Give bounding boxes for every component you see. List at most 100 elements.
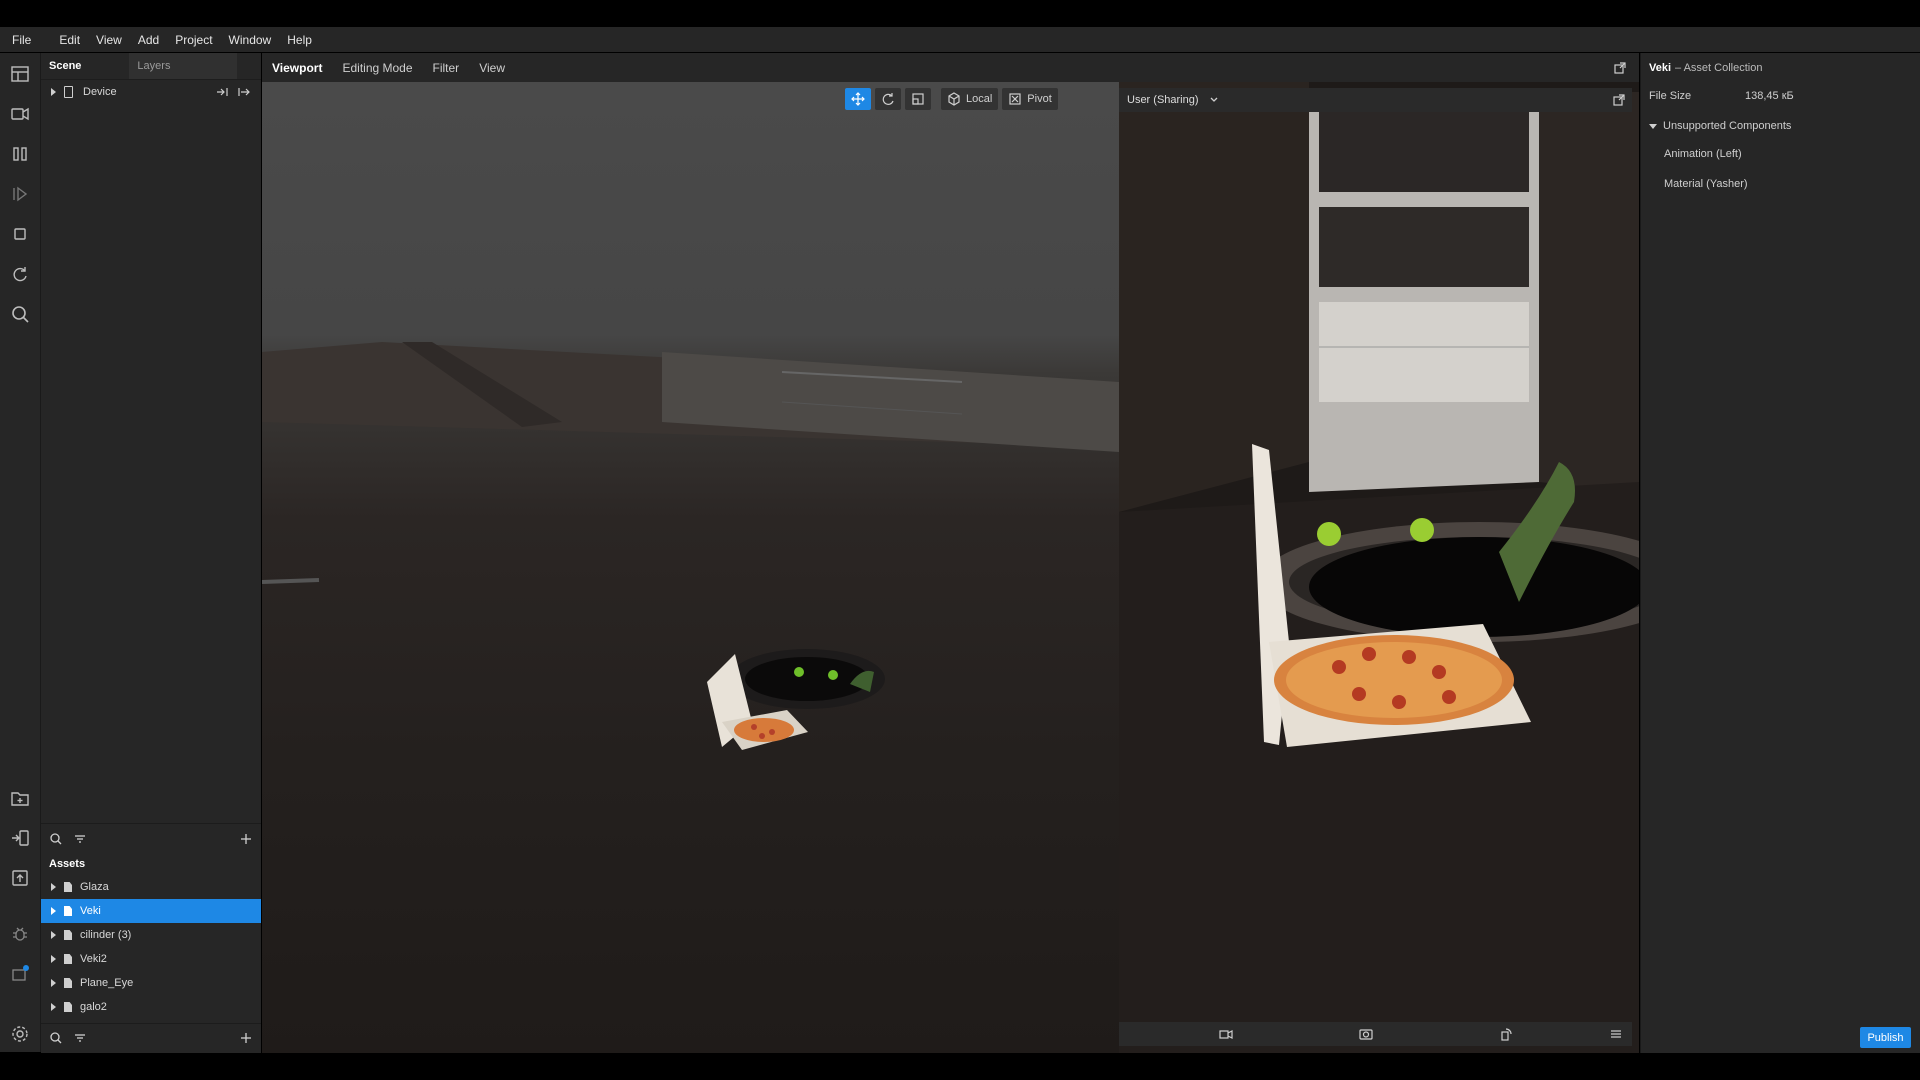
menu-help[interactable]: Help <box>279 33 320 47</box>
menu-file[interactable]: File <box>4 33 39 47</box>
scene-panel: Scene Layers Device <box>41 53 261 854</box>
send-to-device-icon[interactable] <box>9 827 31 849</box>
asset-label: cilinder (3) <box>80 929 132 941</box>
assets-title: Assets <box>49 858 86 870</box>
scene-tabs: Scene Layers <box>41 53 261 80</box>
menu-view[interactable]: View <box>88 33 130 47</box>
camera-icon[interactable] <box>9 103 31 125</box>
tab-scene[interactable]: Scene <box>41 60 89 72</box>
add-icon[interactable] <box>239 832 253 846</box>
local-space-button[interactable]: Local <box>941 88 999 110</box>
pivot-button[interactable]: Pivot <box>1002 88 1058 110</box>
screenshot-icon[interactable] <box>1359 1027 1373 1041</box>
menu-add[interactable]: Add <box>130 33 167 47</box>
asset-name: Veki <box>1649 62 1672 74</box>
rotate-icon <box>881 92 895 106</box>
settings-icon[interactable] <box>9 1023 31 1045</box>
popout-icon[interactable] <box>1613 61 1627 75</box>
asset-item[interactable]: Plane_Eye <box>41 971 261 995</box>
component-item[interactable]: Animation (Left) <box>1641 139 1920 169</box>
expand-caret-icon[interactable] <box>51 907 56 915</box>
tab-view[interactable]: View <box>469 61 515 75</box>
asset-item[interactable]: Glaza <box>41 875 261 899</box>
rotate-tool-button[interactable] <box>875 88 901 110</box>
inspector-header: Veki – Asset Collection <box>1641 53 1920 83</box>
expand-caret-icon[interactable] <box>51 883 56 891</box>
menu-window[interactable]: Window <box>221 33 280 47</box>
expand-caret-icon[interactable] <box>51 88 56 96</box>
component-item[interactable]: Material (Yasher) <box>1641 169 1920 199</box>
search-icon[interactable] <box>49 832 63 846</box>
assets-panel: Assets Glaza Veki cilinder (3) Veki2 Pla… <box>41 853 261 1053</box>
move-tool-button[interactable] <box>845 88 871 110</box>
chevron-down-icon[interactable] <box>1207 93 1221 107</box>
collapse-all-icon[interactable] <box>215 85 229 99</box>
asset-label: Veki2 <box>80 953 107 965</box>
left-toolbar <box>0 53 41 1052</box>
inspector-panel: Veki – Asset Collection File Size 138,45… <box>1640 53 1920 1053</box>
expand-all-icon[interactable] <box>237 85 251 99</box>
search-icon[interactable] <box>49 1031 63 1045</box>
expand-caret-icon[interactable] <box>51 955 56 963</box>
tree-item-device[interactable]: Device <box>41 80 261 104</box>
layout-icon[interactable] <box>9 63 31 85</box>
scale-icon <box>911 92 925 106</box>
file-icon <box>64 978 72 988</box>
component-label: Material (Yasher) <box>1664 178 1748 190</box>
preview-footer <box>1119 1022 1632 1046</box>
stop-icon[interactable] <box>9 223 31 245</box>
asset-item[interactable]: cilinder (3) <box>41 923 261 947</box>
preview-render <box>1119 82 1699 1053</box>
refresh-icon[interactable] <box>9 263 31 285</box>
tab-viewport[interactable]: Viewport <box>262 61 332 75</box>
move-icon <box>851 92 865 106</box>
tab-filter[interactable]: Filter <box>423 61 470 75</box>
preview-mode-select[interactable]: User (Sharing) <box>1127 94 1199 106</box>
unsupported-section-header[interactable]: Unsupported Components <box>1641 113 1920 139</box>
asset-item[interactable]: galo2 <box>41 995 261 1019</box>
notifications-icon[interactable] <box>9 963 31 985</box>
expand-caret-icon[interactable] <box>51 1003 56 1011</box>
filter-icon[interactable] <box>73 1031 87 1045</box>
asset-label: Veki <box>80 905 101 917</box>
step-icon[interactable] <box>9 183 31 205</box>
component-label: Animation (Left) <box>1664 148 1742 160</box>
upload-icon[interactable] <box>9 867 31 889</box>
filter-icon[interactable] <box>73 832 87 846</box>
search-icon[interactable] <box>9 303 31 325</box>
add-folder-icon[interactable] <box>9 787 31 809</box>
add-icon[interactable] <box>239 1031 253 1045</box>
expand-caret-icon[interactable] <box>51 979 56 987</box>
menu-edit[interactable]: Edit <box>51 33 88 47</box>
popout-icon[interactable] <box>1612 93 1626 107</box>
file-icon <box>64 954 72 964</box>
asset-label: Plane_Eye <box>80 977 134 989</box>
chevron-down-icon[interactable] <box>1649 123 1657 129</box>
tab-editing-mode[interactable]: Editing Mode <box>332 61 422 75</box>
local-label: Local <box>966 93 993 105</box>
tab-layers[interactable]: Layers <box>129 53 238 79</box>
file-size-row: File Size 138,45 кБ <box>1641 83 1920 109</box>
video-camera-icon[interactable] <box>1219 1027 1233 1041</box>
publish-button[interactable]: Publish <box>1860 1027 1911 1048</box>
asset-item[interactable]: Veki2 <box>41 947 261 971</box>
rotate-device-icon[interactable] <box>1499 1027 1513 1041</box>
menu-bar: File Edit View Add Project Window Help <box>0 27 1920 52</box>
viewport-scene[interactable] <box>262 82 1119 1053</box>
file-icon <box>64 906 72 916</box>
asset-item-selected[interactable]: Veki <box>41 899 261 923</box>
viewport-tabs: Viewport Editing Mode Filter View <box>262 53 1639 82</box>
expand-caret-icon[interactable] <box>51 931 56 939</box>
preview-header: User (Sharing) <box>1119 88 1632 112</box>
bug-icon[interactable] <box>9 923 31 945</box>
pause-icon[interactable] <box>9 143 31 165</box>
assets-toolbar <box>41 1023 261 1052</box>
file-icon <box>64 930 72 940</box>
menu-project[interactable]: Project <box>167 33 220 47</box>
section-title: Unsupported Components <box>1663 120 1792 132</box>
preview-panel[interactable] <box>1119 82 1699 1053</box>
file-size-label: File Size <box>1649 90 1692 102</box>
tree-item-label: Device <box>83 86 117 98</box>
scale-tool-button[interactable] <box>905 88 931 110</box>
menu-icon[interactable] <box>1609 1027 1623 1041</box>
